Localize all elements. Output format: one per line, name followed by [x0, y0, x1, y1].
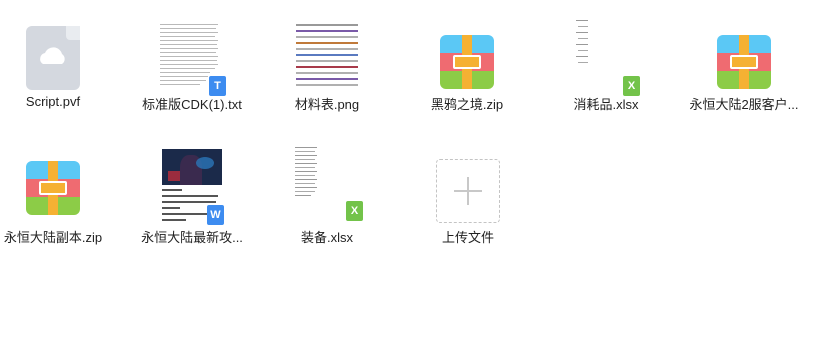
file-name: 永恒大陆2服客户... [689, 97, 799, 112]
file-tile[interactable]: 永恒大陆副本.zip [0, 143, 118, 263]
upload-button[interactable] [436, 159, 500, 223]
zip-archive-icon [440, 35, 494, 89]
excel-file-icon: X [295, 145, 363, 221]
file-name: 标准版CDK(1).txt [142, 97, 242, 112]
excel-badge: X [346, 201, 363, 221]
zip-archive-icon [26, 161, 80, 215]
cloud-file-icon [26, 26, 80, 90]
image-file-icon [296, 22, 358, 90]
upload-label: 上传文件 [441, 230, 494, 245]
file-tile[interactable]: X 装备.xlsx [262, 143, 392, 263]
txt-badge: T [209, 76, 226, 96]
file-tile[interactable]: 永恒大陆2服客户... [679, 10, 809, 130]
file-name: 永恒大陆最新攻... [141, 230, 243, 245]
file-tile[interactable]: T 标准版CDK(1).txt [127, 10, 257, 130]
excel-file-icon: X [576, 18, 640, 96]
file-tile[interactable]: W 永恒大陆最新攻... [127, 143, 257, 263]
file-tile[interactable]: 黑鸦之境.zip [402, 10, 532, 130]
file-name: 永恒大陆副本.zip [3, 230, 103, 245]
zip-archive-icon [717, 35, 771, 89]
word-file-icon: W [162, 149, 224, 225]
file-tile[interactable]: X 消耗品.xlsx [541, 10, 671, 130]
file-tile[interactable]: 材料表.png [262, 10, 392, 130]
file-tile[interactable]: Script.pvf [0, 10, 118, 130]
file-name: 黑鸦之境.zip [430, 97, 504, 112]
word-badge: W [207, 205, 224, 225]
file-name: 材料表.png [294, 97, 360, 112]
file-name: 装备.xlsx [300, 230, 353, 245]
txt-file-icon: T [160, 18, 226, 96]
upload-tile[interactable]: 上传文件 [403, 143, 533, 263]
excel-badge: X [623, 76, 640, 96]
file-name: Script.pvf [25, 94, 81, 109]
file-name: 消耗品.xlsx [573, 97, 639, 112]
